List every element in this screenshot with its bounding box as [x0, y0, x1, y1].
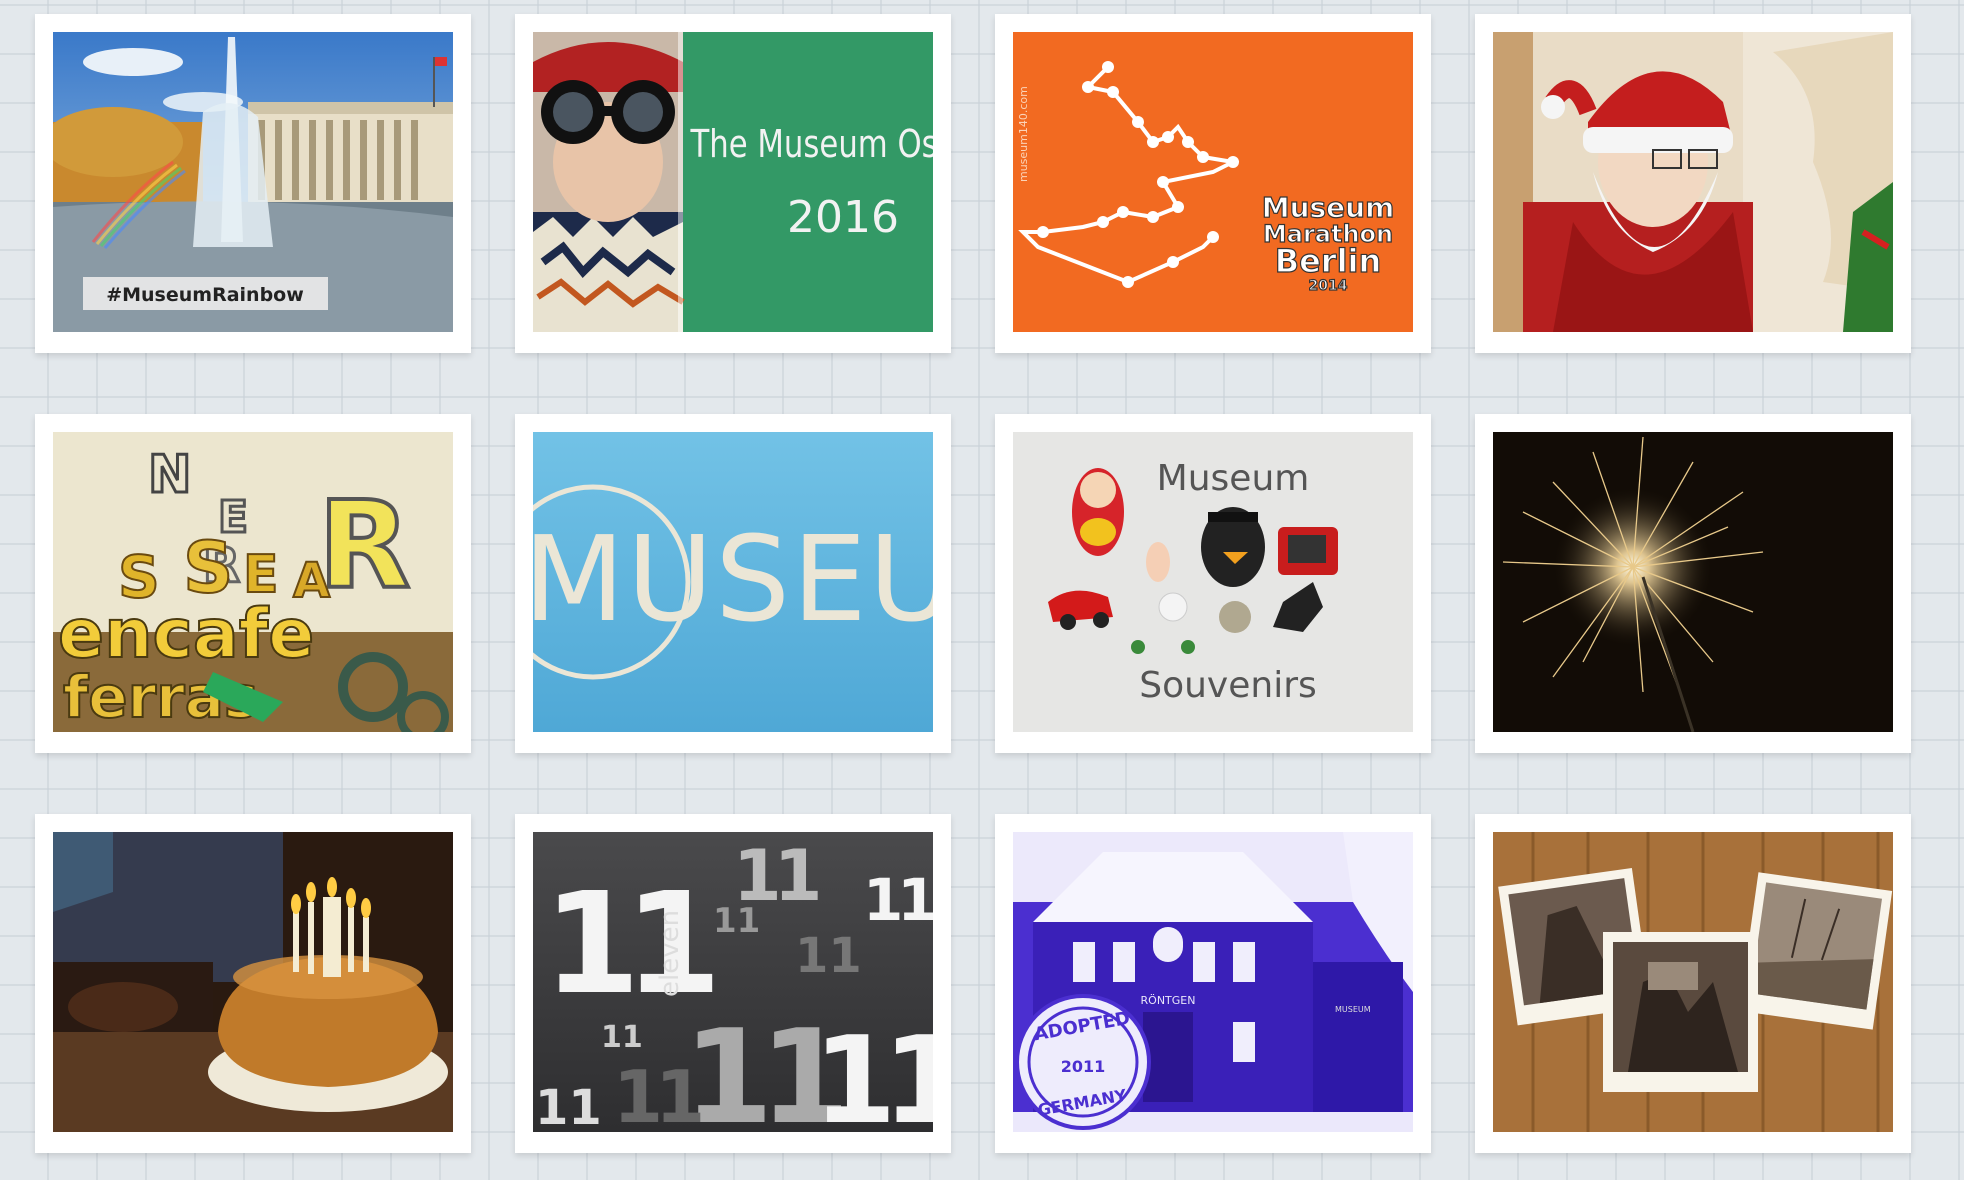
eleven-image: 11 11 11 11 11 11 11 11 11 11 eleven	[533, 832, 933, 1132]
photo-tile-souvenirs[interactable]: Museum Souvenirs	[995, 414, 1431, 753]
museum-sign: MUSEUM	[1335, 1005, 1371, 1014]
photo-tile-letters[interactable]: N E R R S S E A encafe ferras	[35, 414, 471, 753]
museum-marathon-image: museum140.com Museum Marathon Berlin 201…	[1013, 32, 1413, 332]
museum-logo-image: MUSEU	[533, 432, 933, 732]
santa-image	[1493, 32, 1893, 332]
photo-tile-santa[interactable]	[1475, 14, 1911, 353]
marathon-year: 2014	[1309, 278, 1348, 294]
eleven-small-3: 11	[535, 1080, 602, 1132]
polaroids-image	[1493, 832, 1893, 1132]
museum-rainbow-caption: #MuseumRainbow	[106, 284, 304, 306]
adopted-badge-year: 2011	[1061, 1057, 1106, 1076]
museum-osk-year: 2016	[787, 192, 899, 243]
photo-tile-birthday-cake[interactable]	[35, 814, 471, 1153]
photo-tile-museum-marathon[interactable]: museum140.com Museum Marathon Berlin 201…	[995, 14, 1431, 353]
photo-tile-museum-osk[interactable]: The Museum Osk 2016	[515, 14, 951, 353]
museum-logo-word: MUSEU	[533, 510, 933, 648]
roentgen-museum-image: RÖNTGEN MUSEUM ADOPTED 2011 GERMANY	[1013, 832, 1413, 1132]
museum-osk-image: The Museum Osk 2016	[533, 32, 933, 332]
letters-image: N E R R S S E A encafe ferras	[53, 432, 453, 732]
photo-tile-eleven[interactable]: 11 11 11 11 11 11 11 11 11 11 eleven	[515, 814, 951, 1153]
eleven-word: eleven	[655, 910, 685, 997]
letter-r-big: R	[318, 477, 410, 616]
photo-tile-roentgen-museum[interactable]: RÖNTGEN MUSEUM ADOPTED 2011 GERMANY	[995, 814, 1431, 1153]
photo-tile-museum-logo[interactable]: MUSEU	[515, 414, 951, 753]
photo-tile-museum-rainbow[interactable]: #MuseumRainbow	[35, 14, 471, 353]
roentgen-sign: RÖNTGEN	[1141, 994, 1196, 1007]
photo-grid: #MuseumRainbow The Museum Osk 2016 museu…	[0, 0, 1964, 1180]
museum140-side-label: museum140.com	[1017, 86, 1030, 182]
souvenirs-image: Museum Souvenirs	[1013, 432, 1413, 732]
eleven-right: 11	[863, 866, 933, 934]
museum-osk-title: The Museum Osk	[690, 122, 933, 166]
marathon-title-berlin: Berlin	[1275, 242, 1382, 280]
sparkler-image	[1493, 432, 1893, 732]
souvenirs-title-souvenirs: Souvenirs	[1139, 665, 1317, 706]
eleven-dark: 11	[613, 1055, 701, 1132]
eleven-big-2: 11	[813, 1012, 933, 1132]
photo-tile-sparkler[interactable]	[1475, 414, 1911, 753]
letter-n: N	[148, 445, 192, 505]
souvenirs-title-museum: Museum	[1157, 458, 1310, 499]
eleven-mid: 11	[795, 928, 862, 984]
eleven-small-1: 11	[713, 901, 760, 941]
museum-rainbow-image: #MuseumRainbow	[53, 32, 453, 332]
birthday-cake-image	[53, 832, 453, 1132]
eleven-small-2: 11	[601, 1020, 643, 1055]
photo-tile-polaroids[interactable]	[1475, 814, 1911, 1153]
